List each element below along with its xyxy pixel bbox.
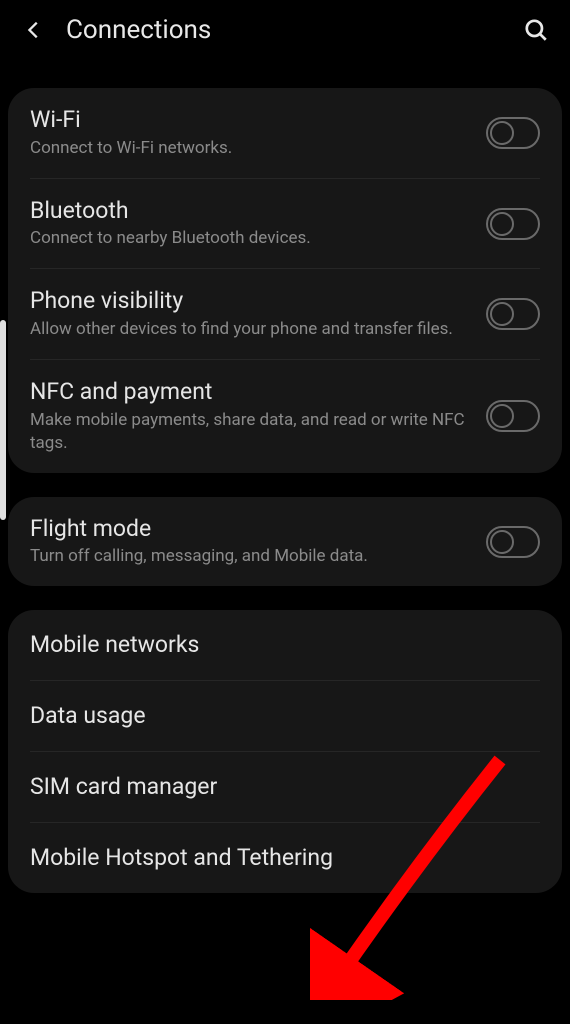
header-bar: Connections [0,0,570,64]
setting-row-nfc-payment[interactable]: NFC and payment Make mobile payments, sh… [8,360,562,473]
setting-row-mobile-hotspot-tethering[interactable]: Mobile Hotspot and Tethering [8,823,562,893]
setting-row-sim-card-manager[interactable]: SIM card manager [8,752,562,822]
toggle-switch[interactable] [486,298,540,330]
page-title: Connections [66,15,522,45]
row-subtitle: Connect to Wi-Fi networks. [30,137,474,160]
row-subtitle: Make mobile payments, share data, and re… [30,409,474,455]
setting-row-data-usage[interactable]: Data usage [8,681,562,751]
row-title: Wi-Fi [30,106,474,135]
toggle-switch[interactable] [486,117,540,149]
row-title: Mobile Hotspot and Tethering [30,844,528,873]
row-title: Mobile networks [30,631,528,660]
row-title: Flight mode [30,515,474,544]
toggle-switch[interactable] [486,526,540,558]
row-title: Data usage [30,702,528,731]
search-button[interactable] [522,16,550,44]
row-title: Bluetooth [30,197,474,226]
settings-group: Mobile networks Data usage SIM card mana… [8,610,562,893]
row-subtitle: Connect to nearby Bluetooth devices. [30,227,474,250]
row-subtitle: Turn off calling, messaging, and Mobile … [30,545,474,568]
row-title: NFC and payment [30,378,474,407]
settings-group: Wi-Fi Connect to Wi-Fi networks. Bluetoo… [8,88,562,473]
chevron-left-icon [23,19,45,41]
settings-content: Wi-Fi Connect to Wi-Fi networks. Bluetoo… [0,88,570,893]
settings-group: Flight mode Turn off calling, messaging,… [8,497,562,587]
row-title: Phone visibility [30,287,474,316]
setting-row-flight-mode[interactable]: Flight mode Turn off calling, messaging,… [8,497,562,587]
back-button[interactable] [20,16,48,44]
setting-row-wifi[interactable]: Wi-Fi Connect to Wi-Fi networks. [8,88,562,178]
setting-row-bluetooth[interactable]: Bluetooth Connect to nearby Bluetooth de… [8,179,562,269]
row-subtitle: Allow other devices to find your phone a… [30,318,474,341]
row-title: SIM card manager [30,773,528,802]
setting-row-mobile-networks[interactable]: Mobile networks [8,610,562,680]
setting-row-phone-visibility[interactable]: Phone visibility Allow other devices to … [8,269,562,359]
toggle-switch[interactable] [486,208,540,240]
scrollbar-thumb[interactable] [0,320,6,520]
toggle-switch[interactable] [486,400,540,432]
search-icon [523,17,549,43]
